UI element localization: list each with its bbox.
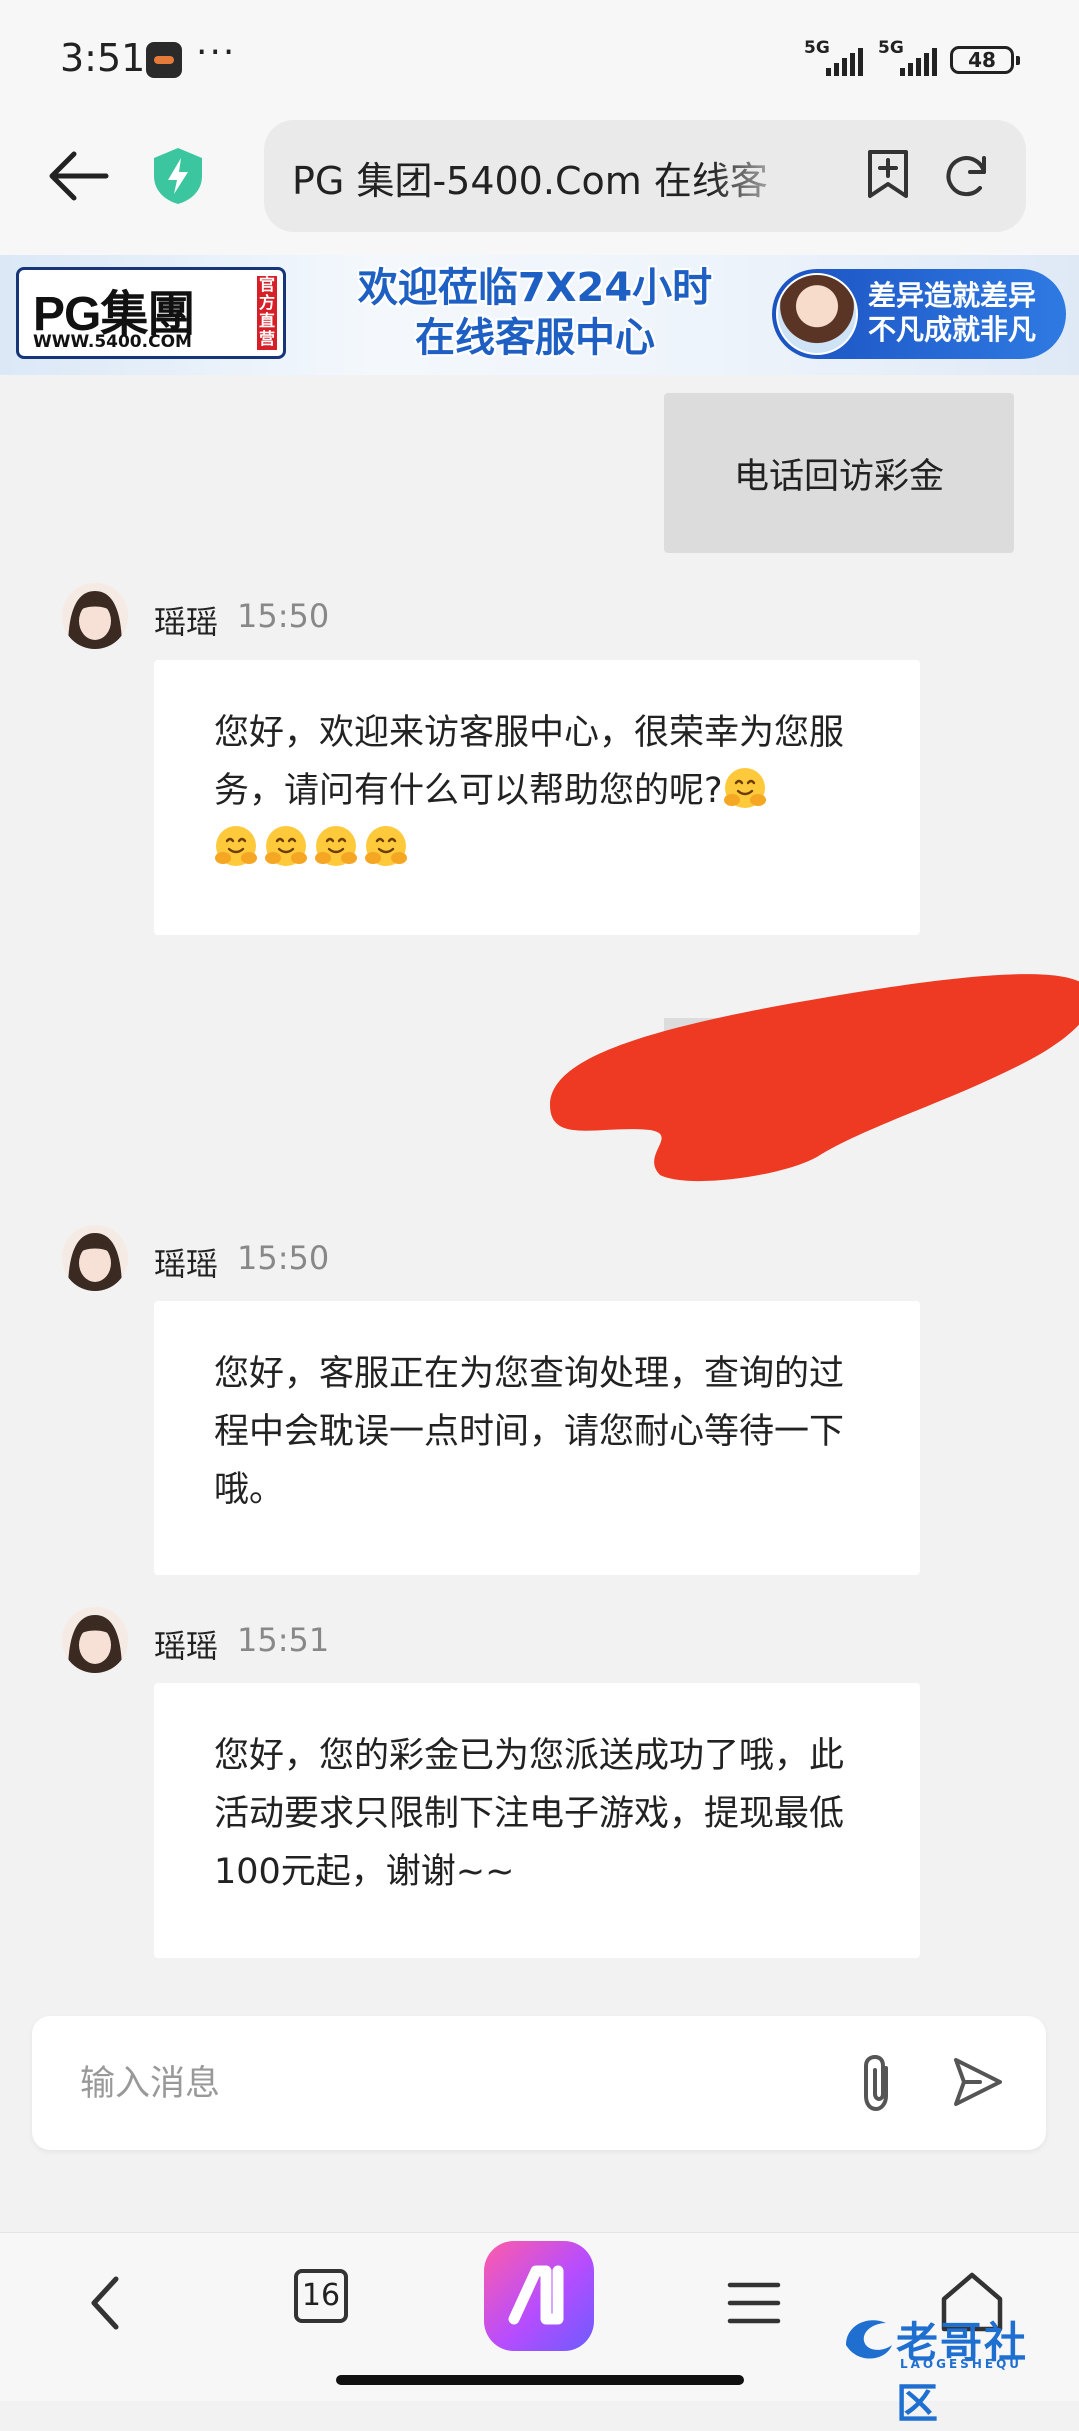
ai-assistant-button[interactable] <box>484 2241 594 2351</box>
banner-slogan-pill: 差异造就差异 不凡成就非凡 <box>772 269 1066 359</box>
agent-message-text: 您好，客服正在为您查询处理，查询的过程中会耽误一点时间，请您耐心等待一下哦。 <box>214 1354 845 1510</box>
agent-message-bubble: 您好，欢迎来访客服中心，很荣幸为您服务，请问有什么可以帮助您的呢? <box>154 660 920 935</box>
home-indicator[interactable] <box>336 2375 744 2385</box>
chevron-left-icon[interactable] <box>68 2263 148 2343</box>
send-icon[interactable] <box>950 2052 1006 2112</box>
more-notifications-indicator: ··· <box>196 32 237 73</box>
chat-area[interactable]: 电话回访彩金 瑶瑶 15:50 您好，欢迎来访客服中心，很荣幸为您服务，请问有什… <box>0 375 1079 2000</box>
battery-icon: 48 <box>950 46 1020 74</box>
status-time: 3:51 <box>60 36 146 80</box>
signal-icon-1: 5G <box>804 38 866 76</box>
paperclip-icon[interactable] <box>852 2052 902 2114</box>
message-time: 15:50 <box>237 1239 330 1277</box>
banner-title-line2: 在线客服中心 <box>415 315 655 361</box>
hugging-face-emoji-icon <box>315 826 357 866</box>
agent-message-bubble: 您好，客服正在为您查询处理，查询的过程中会耽误一点时间，请您耐心等待一下哦。 <box>154 1301 920 1575</box>
sender-name: 瑶瑶 <box>154 1627 219 1665</box>
url-text[interactable]: PG 集团-5400.Com 在线客 <box>292 150 802 205</box>
message-input[interactable] <box>78 2046 862 2122</box>
service-banner: PG集團 WWW.5400.COM 官方直营 欢迎莅临7X24小时 在线客服中心… <box>0 255 1079 375</box>
official-badge: 官方直营 <box>257 275 277 350</box>
address-bar[interactable]: PG 集团-5400.Com 在线客 <box>264 120 1026 232</box>
redaction-scribble <box>550 974 1079 1182</box>
app-notification-icon <box>146 42 182 78</box>
menu-icon[interactable] <box>714 2263 794 2343</box>
browser-toolbar: PG 集团-5400.Com 在线客 <box>0 120 1079 255</box>
message-time: 15:51 <box>237 1621 330 1659</box>
sender-name: 瑶瑶 <box>154 1245 219 1283</box>
banner-slogan: 差异造就差异 不凡成就非凡 <box>868 279 1036 347</box>
pg-logo: PG集團 WWW.5400.COM 官方直营 <box>16 267 286 359</box>
watermark-subtext: LAOGESHEQU <box>900 2357 1023 2371</box>
banner-slogan-line1: 差异造就差异 <box>868 279 1037 312</box>
user-message-text: 电话回访彩金 <box>733 456 944 497</box>
hugging-face-emoji-icon <box>365 826 407 866</box>
dragon-logo-icon <box>846 2320 892 2359</box>
logo-site: WWW.5400.COM <box>33 332 192 352</box>
back-arrow-icon[interactable] <box>44 146 114 206</box>
message-time: 15:50 <box>237 597 330 635</box>
agent-avatar[interactable] <box>62 1607 128 1673</box>
signal-icon-2: 5G <box>878 38 940 76</box>
banner-slogan-line2: 不凡成就非凡 <box>868 313 1037 346</box>
browser-bottom-nav: 16 老哥社区 LAOGESHEQU <box>0 2232 1079 2428</box>
message-composer <box>32 2016 1046 2150</box>
tabs-count-button[interactable]: 16 <box>294 2269 348 2323</box>
agent-avatar[interactable] <box>62 583 128 649</box>
watermark-logo: 老哥社区 LAOGESHEQU <box>838 2305 1068 2428</box>
agent-avatar[interactable] <box>62 1225 128 1291</box>
banner-title-line1: 欢迎莅临7X24小时 <box>357 265 713 311</box>
agent-message-text: 您好，欢迎来访客服中心，很荣幸为您服务，请问有什么可以帮助您的呢? <box>214 704 874 878</box>
reload-icon[interactable] <box>942 150 992 200</box>
hugging-face-emoji-icon <box>723 768 766 808</box>
status-bar: 3:51 ··· 5G 5G 48 <box>0 0 1079 120</box>
hugging-face-emoji-icon <box>215 826 257 866</box>
shield-bolt-icon[interactable] <box>146 144 210 208</box>
agent-message-text: 您好，您的彩金已为您派送成功了哦，此活动要求只限制下注电子游戏，提现最低100元… <box>214 1736 845 1892</box>
hugging-face-emoji-icon <box>265 826 307 866</box>
bookmark-add-icon[interactable] <box>864 148 912 200</box>
agent-avatar-image <box>776 273 858 355</box>
banner-title: 欢迎莅临7X24小时 在线客服中心 <box>310 263 760 363</box>
agent-message-bubble: 您好，您的彩金已为您派送成功了哦，此活动要求只限制下注电子游戏，提现最低100元… <box>154 1683 920 1958</box>
user-message-bubble: 电话回访彩金 <box>664 393 1014 553</box>
ai-logo-icon <box>508 2265 564 2325</box>
sender-name: 瑶瑶 <box>154 603 219 641</box>
